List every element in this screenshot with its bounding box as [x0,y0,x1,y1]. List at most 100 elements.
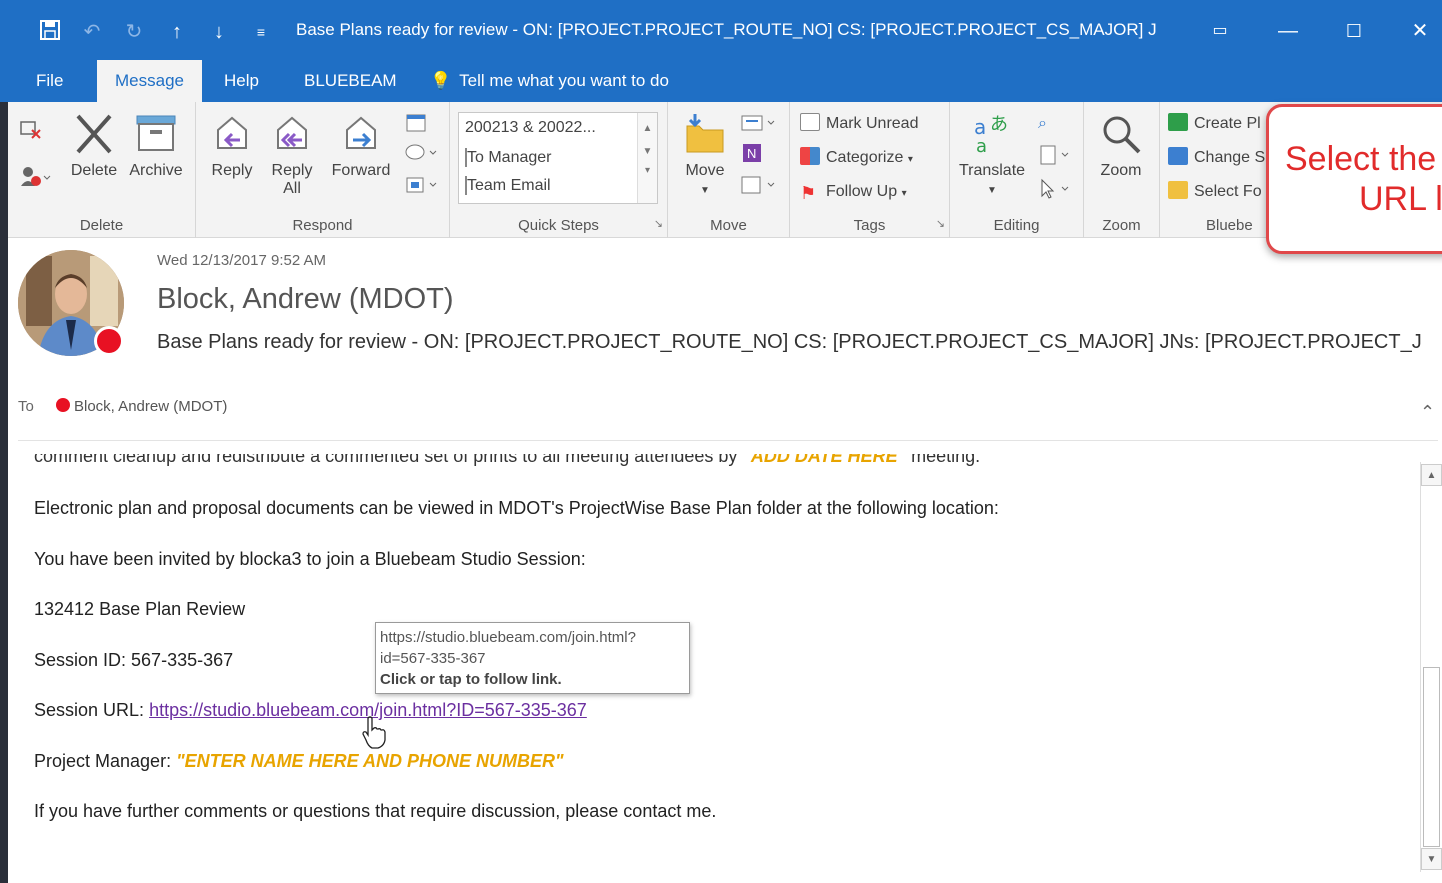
quick-steps-group: 200213 & 20022... To Manager Team Email … [450,102,668,238]
create-pdf-icon [1168,113,1188,131]
quick-step-to-manager[interactable]: To Manager [465,148,552,167]
select-cursor-icon[interactable] [1038,178,1074,206]
ignore-icon[interactable] [18,118,44,146]
svg-text:a: a [976,136,987,156]
scroll-thumb[interactable] [1423,667,1440,847]
move-folder-icon [686,114,724,153]
forward-button[interactable]: Forward [326,112,396,180]
ribbon: Delete Archive Delete Reply Reply All Fo… [8,102,1442,238]
im-reply-icon[interactable] [404,142,438,170]
message-body: comment cleanup and redistribute a comme… [8,442,1418,883]
related-icon[interactable] [1038,144,1074,172]
archive-icon [136,115,176,151]
window-edge [0,102,8,883]
customize-toolbar-icon[interactable]: ≡ [247,18,275,46]
ribbon-tabs: File Message Help BLUEBEAM 💡 Tell me what… [0,60,1442,102]
message-subject: Base Plans ready for review - ON: [PROJE… [157,331,1422,353]
tell-me-search[interactable]: 💡 Tell me what you want to do [430,60,669,102]
tab-message[interactable]: Message [97,60,202,102]
tab-help[interactable]: Help [206,60,277,102]
move-button[interactable]: Move ▼ [676,112,734,198]
select-folder-button[interactable]: Select Fo [1168,178,1262,206]
move-group-label: Move [710,217,747,234]
scroll-down-icon[interactable]: ▼ [1421,848,1442,870]
reply-all-label-2: All [283,180,301,197]
editing-group: aあa Translate ▼ ⌕ Editing [950,102,1084,238]
session-url-label: Session URL: [34,700,150,720]
ribbon-display-icon[interactable]: ▭ [1200,14,1240,48]
move-label: Move [685,162,725,179]
editing-group-label: Editing [993,217,1040,234]
to-label: To [18,398,34,415]
change-settings-button[interactable]: Change S [1168,144,1265,172]
more-respond-icon[interactable] [404,174,438,202]
session-url-line: Session URL: https://studio.bluebeam.com… [34,700,587,721]
dialog-launcher-icon[interactable]: ↘ [654,217,663,230]
svg-text:N: N [747,146,756,161]
quick-step-team-email[interactable]: Team Email [465,176,551,195]
scroll-up-icon[interactable]: ▲ [1421,464,1442,486]
tags-dialog-launcher-icon[interactable]: ↘ [936,217,945,230]
create-pdf-button[interactable]: Create Pl [1168,110,1261,138]
down-arrow-icon[interactable]: ↓ [205,18,233,46]
quick-steps-scroll[interactable]: ▲ ▼ ▾ [637,113,657,203]
body-scrollbar[interactable]: ▲ ▼ [1420,462,1442,872]
follow-up-button[interactable]: ⚑ Follow Up ▾ [800,178,907,206]
archive-button[interactable]: Archive [124,112,188,180]
session-id: Session ID: 567-335-367 [34,650,234,670]
reply-icon [217,116,247,149]
recipient-name[interactable]: Block, Andrew (MDOT) [74,398,227,415]
tab-file[interactable]: File [18,60,81,102]
maximize-button[interactable]: ☐ [1334,14,1374,48]
meeting-icon[interactable] [404,112,428,140]
collapse-header-icon[interactable]: ⌃ [1420,402,1435,423]
reply-label: Reply [211,162,253,179]
junk-icon[interactable] [18,164,52,192]
forward-label: Forward [331,162,391,179]
select-folder-icon [1168,181,1188,199]
reply-all-button[interactable]: Reply All [266,112,318,198]
zoom-label: Zoom [1100,162,1142,179]
tab-bluebeam[interactable]: BLUEBEAM [286,60,415,102]
sender-name[interactable]: Block, Andrew (MDOT) [157,283,454,316]
up-arrow-icon[interactable]: ↑ [163,18,191,46]
forward-icon [346,116,376,149]
paragraph-invitation: You have been invited by blocka3 to join… [34,549,586,569]
tags-group-label: Tags [853,217,886,234]
translate-button[interactable]: aあa Translate ▼ [954,112,1030,198]
tooltip-hint: Click or tap to follow link. [380,671,562,688]
categorize-icon [800,147,820,165]
undo-icon[interactable]: ↶ [78,18,106,46]
save-icon[interactable] [36,18,64,46]
onenote-icon[interactable]: N [740,142,764,170]
zoom-button[interactable]: Zoom [1090,112,1152,180]
actions-icon[interactable] [740,174,780,202]
callout-line-2: URL l [1359,180,1442,218]
rules-icon[interactable] [740,112,780,140]
project-manager-label: Project Manager: [34,751,177,771]
lightbulb-icon: 💡 [430,71,452,90]
delete-group-label: Delete [79,217,124,234]
callout-line-1: Select the [1285,140,1437,178]
closing-paragraph: If you have further comments or question… [34,801,717,821]
respond-group-label: Respond [292,217,353,234]
close-button[interactable]: ✕ [1400,14,1440,48]
zoom-group: Zoom Zoom [1084,102,1160,238]
tooltip-id: id=567-335-367 [380,650,486,667]
reply-all-label-1: Reply [271,162,313,179]
delete-icon [76,114,112,154]
link-tooltip: https://studio.bluebeam.com/join.html? i… [375,622,690,694]
tell-me-text: Tell me what you want to do [459,71,669,90]
reply-button[interactable]: Reply [206,112,258,180]
title-bar: ↶ ↻ ↑ ↓ ≡ Base Plans ready for review - … [0,0,1442,60]
message-date: Wed 12/13/2017 9:52 AM [157,252,327,269]
minimize-button[interactable]: — [1268,14,1308,48]
delete-button[interactable]: Delete [66,112,122,180]
quick-step-folder[interactable]: 200213 & 20022... [465,119,596,137]
zoom-group-label: Zoom [1102,217,1141,234]
categorize-button[interactable]: Categorize ▾ [800,144,913,172]
redo-icon[interactable]: ↻ [120,18,148,46]
partially-visible-line: comment cleanup and redistribute a comme… [34,446,981,466]
mark-unread-button[interactable]: Mark Unread [800,110,918,138]
find-icon[interactable]: ⌕ [1038,110,1047,138]
